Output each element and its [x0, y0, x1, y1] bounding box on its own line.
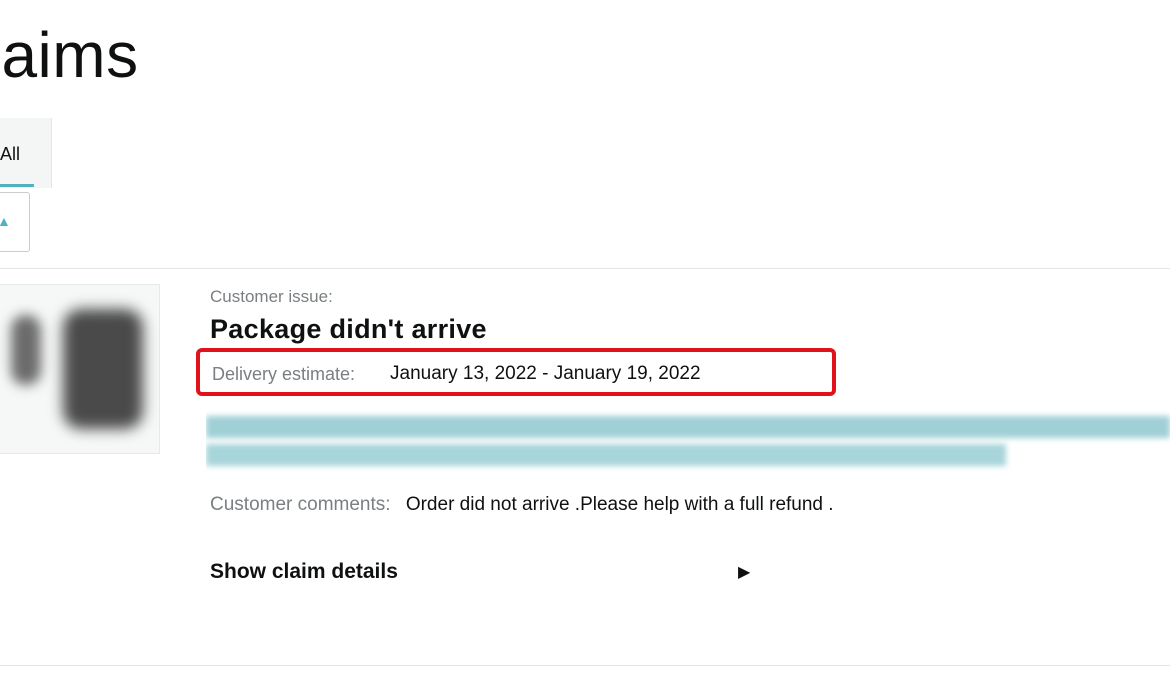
tab-all[interactable]: All: [0, 118, 52, 188]
divider: [0, 665, 1170, 666]
product-thumbnail[interactable]: [0, 284, 160, 454]
chevron-up-icon: ▲: [0, 213, 11, 229]
customer-comments: Customer comments: Order did not arrive …: [210, 494, 834, 516]
delivery-estimate-label: Delivery estimate:: [212, 364, 356, 384]
redacted-link-text[interactable]: [206, 410, 1170, 474]
show-claim-details-label: Show claim details: [210, 560, 398, 583]
customer-issue-title: Package didn't arrive: [210, 314, 487, 344]
customer-comments-label: Customer comments:: [210, 494, 391, 515]
tab-active-indicator: [0, 184, 34, 187]
delivery-estimate-highlight: Delivery estimate: January 13, 2022 - Ja…: [196, 348, 836, 396]
page-title-text: Claims: [0, 19, 139, 91]
divider: [0, 268, 1170, 269]
product-image-blurred-part: [63, 309, 143, 429]
customer-comments-value: Order did not arrive .Please help with a…: [405, 494, 834, 515]
claims-page: Claims All ▲ Customer issue: Package did…: [0, 0, 1170, 700]
claims-tabs: All: [0, 118, 54, 192]
claim-card: Customer issue: Package didn't arrive De…: [196, 286, 1170, 583]
redacted-line: [206, 444, 1006, 466]
delivery-estimate-value: January 13, 2022 - January 19, 2022: [390, 363, 701, 384]
caret-right-icon: ▶: [738, 564, 751, 581]
redacted-line: [206, 416, 1170, 438]
page-title: Claims: [0, 18, 139, 92]
product-image-blurred-part: [11, 315, 41, 385]
filter-dropdown[interactable]: ▲: [0, 192, 30, 252]
customer-issue-label: Customer issue:: [210, 287, 333, 306]
show-claim-details-toggle[interactable]: Show claim details ▶: [210, 560, 770, 590]
tab-all-label: All: [0, 144, 21, 164]
